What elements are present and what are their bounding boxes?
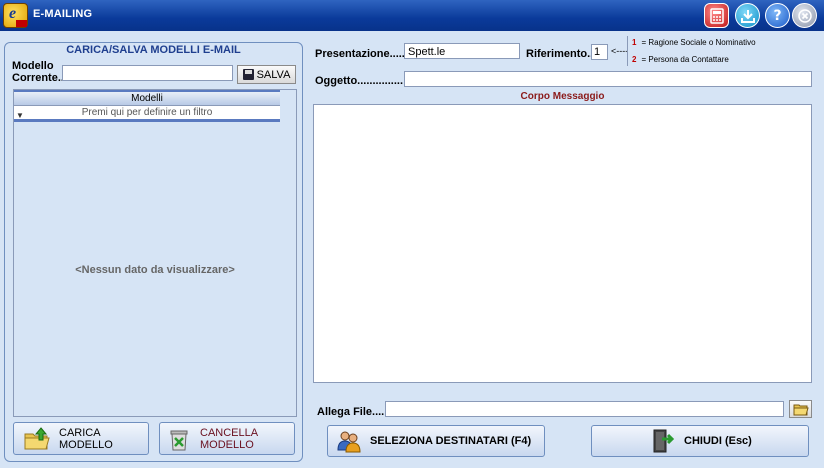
browse-file-button[interactable] bbox=[789, 400, 812, 418]
legend-item-2: 2 = Persona da Contattare bbox=[632, 55, 729, 64]
legend-item-1: 1 = Ragione Sociale o Nominativo bbox=[632, 38, 756, 47]
download-icon[interactable] bbox=[735, 3, 760, 28]
allega-label: Allega File...... bbox=[317, 406, 391, 418]
message-body-editor[interactable] bbox=[313, 104, 812, 383]
close-icon[interactable] bbox=[792, 3, 817, 28]
open-folder-icon bbox=[793, 404, 809, 415]
calculator-icon[interactable] bbox=[704, 3, 729, 28]
select-recipients-button[interactable]: SELEZIONA DESTINATARI (F4) bbox=[327, 425, 545, 457]
save-button[interactable]: SALVA bbox=[237, 65, 296, 84]
trash-icon bbox=[166, 426, 192, 452]
current-model-label: Modello Corrente... bbox=[12, 60, 68, 84]
close-button[interactable]: CHIUDI (Esc) bbox=[591, 425, 809, 457]
riferimento-input[interactable]: 1 bbox=[591, 44, 608, 60]
riferimento-label: Riferimento.... bbox=[526, 48, 600, 60]
save-button-label: SALVA bbox=[256, 68, 291, 81]
models-panel: CARICA/SALVA MODELLI E-MAIL Modello Corr… bbox=[4, 42, 303, 462]
grid-filter-row[interactable]: ▼ Premi qui per definire un filtro bbox=[14, 106, 280, 122]
current-model-input[interactable] bbox=[62, 65, 233, 81]
models-grid[interactable]: Modelli ▼ Premi qui per definire un filt… bbox=[13, 89, 297, 417]
title-bar: e E-MAILING ? bbox=[0, 0, 824, 31]
exit-door-icon bbox=[648, 428, 675, 454]
close-button-label: CHIUDI (Esc) bbox=[684, 435, 752, 447]
users-icon bbox=[336, 428, 362, 454]
oggetto-label: Oggetto............... bbox=[315, 75, 403, 87]
load-model-button[interactable]: CARICA MODELLO bbox=[13, 422, 149, 455]
filter-icon: ▼ bbox=[16, 111, 24, 120]
presentazione-label: Presentazione....... bbox=[315, 48, 411, 60]
grid-empty-text: <Nessun dato da visualizzare> bbox=[75, 264, 235, 276]
delete-model-label: CANCELLA MODELLO bbox=[200, 426, 258, 451]
grid-filter-text: Premi qui per definire un filtro bbox=[81, 107, 213, 118]
select-recipients-label: SELEZIONA DESTINATARI (F4) bbox=[370, 435, 532, 447]
grid-column-header[interactable]: Modelli bbox=[14, 90, 280, 106]
app-logo-icon: e bbox=[3, 3, 28, 28]
riferimento-arrow-hint: <---- bbox=[611, 46, 629, 56]
allega-file-input[interactable] bbox=[385, 401, 784, 417]
folder-upload-icon bbox=[24, 426, 50, 452]
models-panel-title: CARICA/SALVA MODELLI E-MAIL bbox=[66, 44, 241, 56]
legend-divider bbox=[627, 36, 628, 66]
floppy-icon bbox=[242, 69, 254, 80]
oggetto-input[interactable] bbox=[404, 71, 812, 87]
help-icon[interactable]: ? bbox=[765, 3, 790, 28]
load-model-label: CARICA MODELLO bbox=[59, 426, 113, 451]
delete-model-button[interactable]: CANCELLA MODELLO bbox=[159, 422, 295, 455]
window-title: E-MAILING bbox=[33, 8, 93, 20]
presentazione-input[interactable]: Spett.le bbox=[404, 43, 520, 59]
corpo-messaggio-title: Corpo Messaggio bbox=[520, 91, 605, 102]
